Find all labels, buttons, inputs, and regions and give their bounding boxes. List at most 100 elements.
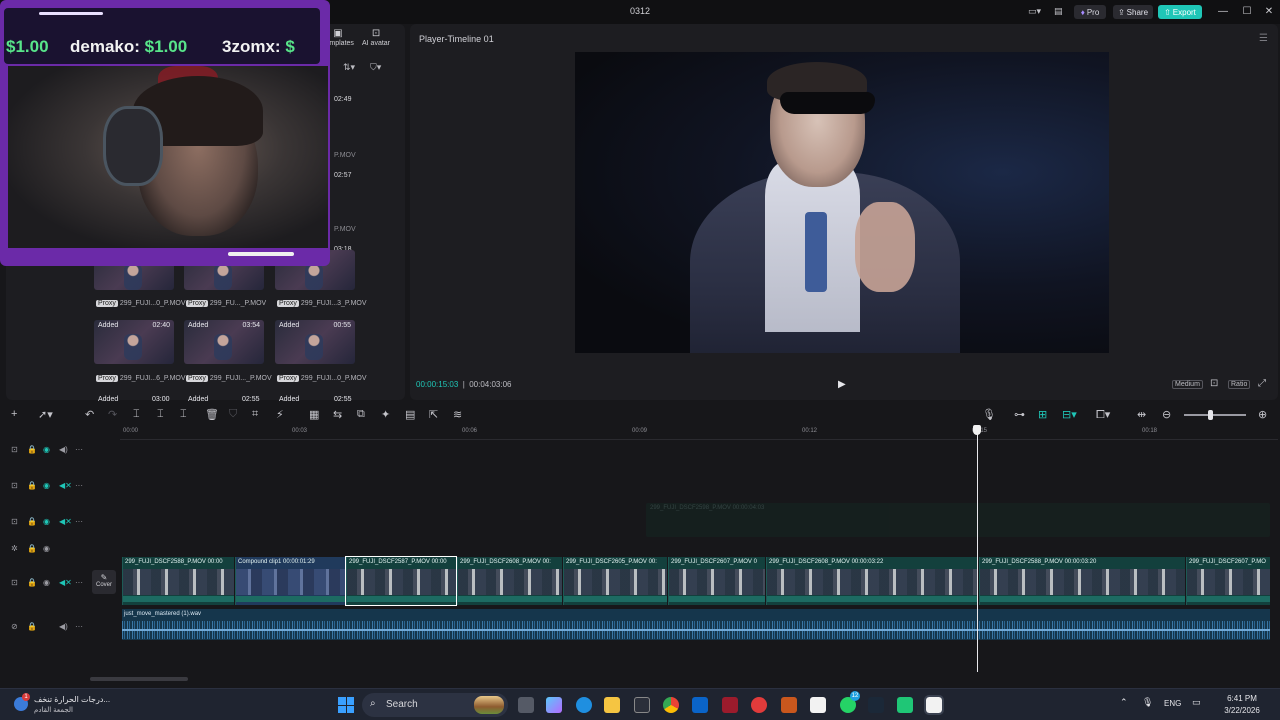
- layout-icon[interactable]: ▭▾: [1028, 6, 1041, 17]
- track-toggle-icon[interactable]: ⊡: [11, 445, 18, 454]
- video-clip-selected[interactable]: 299_FUJI_DSCF2587_P.MOV 00:00: [345, 556, 457, 606]
- media-thumbnail[interactable]: Added 02:40: [94, 320, 174, 364]
- timeline-scrollbar[interactable]: [90, 677, 188, 681]
- snap-icon[interactable]: ⊟▾: [1062, 408, 1077, 421]
- fit-timeline-icon[interactable]: ⇹: [1137, 408, 1146, 421]
- play-icon[interactable]: ▶: [838, 379, 846, 390]
- shortcut-icon[interactable]: ▤: [1054, 6, 1063, 17]
- timeline-ruler[interactable]: 00:00 00:03 00:06 00:09 00:12 00:15 00:1…: [120, 426, 1278, 440]
- ai-avatar-tab[interactable]: ⊡ AI avatar: [362, 28, 390, 47]
- mute-icon[interactable]: ◀✕: [59, 481, 72, 490]
- lock-icon[interactable]: 🔒: [27, 445, 37, 454]
- playhead-handle[interactable]: [973, 425, 981, 435]
- video-clip[interactable]: 299_FUJI_DSCF2605_P.MOV 00:: [563, 557, 667, 605]
- app-icon[interactable]: [897, 697, 913, 713]
- network-icon[interactable]: ▭: [1192, 697, 1201, 708]
- eye-icon[interactable]: ◉: [43, 544, 50, 553]
- preview-axis-icon[interactable]: ⧠▾: [1096, 408, 1110, 422]
- eye-icon[interactable]: ◉: [43, 481, 50, 490]
- magic-icon[interactable]: ✦: [381, 408, 390, 421]
- lock-icon[interactable]: 🔒: [27, 578, 37, 587]
- more-icon[interactable]: ···: [75, 445, 83, 454]
- eye-icon[interactable]: ◉: [43, 445, 50, 454]
- mute-icon[interactable]: ◀✕: [59, 578, 72, 587]
- maximize-icon[interactable]: ☐: [1240, 5, 1254, 19]
- add-icon[interactable]: +: [11, 408, 17, 420]
- chrome-icon[interactable]: [663, 697, 679, 713]
- fit-icon[interactable]: ⊡: [1210, 378, 1218, 389]
- delete-icon[interactable]: 🗑: [205, 408, 219, 421]
- microphone-icon[interactable]: 🎙: [982, 408, 996, 421]
- zoom-in-icon[interactable]: ⊕: [1258, 408, 1267, 421]
- link-icon[interactable]: ⊶: [1014, 408, 1025, 421]
- playhead[interactable]: [977, 426, 978, 672]
- shield-icon[interactable]: ⛉: [229, 408, 237, 421]
- quality-button[interactable]: Medium: [1172, 380, 1203, 389]
- mirror-icon[interactable]: ⧉: [357, 408, 365, 421]
- media-thumbnail[interactable]: Added 00:55: [275, 320, 355, 364]
- effects-icon[interactable]: ✲: [11, 544, 18, 553]
- video-clip[interactable]: 299_FUJI_DSCF2608_P.MOV 00:: [457, 557, 562, 605]
- app-icon[interactable]: [722, 697, 738, 713]
- more-icon[interactable]: ···: [75, 517, 83, 526]
- task-view-icon[interactable]: [518, 697, 534, 713]
- select-tool-icon[interactable]: ➚▾: [38, 408, 53, 421]
- sort-icon[interactable]: ⇅▾: [343, 62, 355, 73]
- video-clip[interactable]: 299_FUJI_DSCF2588_P.MOV 00:00:03:20: [979, 557, 1185, 605]
- lock-icon[interactable]: 🔒: [27, 517, 37, 526]
- taskbar-search[interactable]: ⌕ Search: [362, 693, 508, 717]
- video-clip[interactable]: 299_FUJI_DSCF2607_P.MOV 0: [668, 557, 765, 605]
- clock[interactable]: 6:41 PM 3/22/2026: [1212, 693, 1272, 717]
- pro-button[interactable]: ♦ Pro: [1074, 5, 1106, 19]
- crop-icon[interactable]: ⌗: [252, 408, 258, 421]
- video-clip[interactable]: 299_FUJI_DSCF2607_P.MO: [1186, 557, 1270, 605]
- volume-icon[interactable]: ◀): [59, 445, 68, 454]
- store-icon[interactable]: [634, 697, 650, 713]
- more-icon[interactable]: ···: [75, 578, 83, 587]
- more-icon[interactable]: ···: [75, 622, 83, 631]
- outlook-icon[interactable]: [692, 697, 708, 713]
- copilot-icon[interactable]: [546, 697, 562, 713]
- split-right-icon[interactable]: ⌶: [180, 408, 187, 421]
- video-clip[interactable]: 299_FUJI_DSCF2588_P.MOV 00:00: [122, 557, 234, 605]
- split-left-icon[interactable]: ⌶: [157, 408, 164, 421]
- export-frame-icon[interactable]: ⇱: [429, 408, 438, 421]
- weather-widget[interactable]: 1 درجات الحرارة تنخف... الجمعة القادم: [14, 693, 124, 717]
- start-button[interactable]: [338, 697, 354, 713]
- minimize-icon[interactable]: —: [1216, 5, 1230, 19]
- lock-icon[interactable]: 🔒: [27, 544, 37, 553]
- youtube-music-icon[interactable]: [751, 697, 767, 713]
- edge-icon[interactable]: [576, 697, 592, 713]
- tray-chevron-icon[interactable]: ⌃: [1120, 697, 1128, 708]
- audio-clip[interactable]: just_move_mastered (1).wav: [122, 609, 1270, 640]
- undo-icon[interactable]: ↶: [85, 408, 94, 421]
- fullscreen-icon[interactable]: ⤢: [1258, 378, 1266, 389]
- subtitle-icon[interactable]: ▤: [405, 408, 415, 421]
- video-clip[interactable]: 299_FUJI_DSCF2608_P.MOV 00:00:03:22: [766, 557, 978, 605]
- menu-icon[interactable]: ☰: [1259, 33, 1268, 44]
- reverse-icon[interactable]: ⇆: [333, 408, 342, 421]
- more-icon[interactable]: ···: [75, 481, 83, 490]
- file-explorer-icon[interactable]: [604, 697, 620, 713]
- eye-icon[interactable]: ◉: [43, 578, 50, 587]
- close-icon[interactable]: ✕: [1262, 5, 1276, 19]
- lock-icon[interactable]: 🔒: [27, 622, 37, 631]
- zoom-slider-handle[interactable]: [1208, 410, 1213, 420]
- volume-icon[interactable]: ◀): [59, 622, 68, 631]
- track-toggle-icon[interactable]: ⊡: [11, 578, 18, 587]
- capcut-icon[interactable]: [810, 697, 826, 713]
- filter-icon[interactable]: ⛉▾: [370, 62, 381, 73]
- speed-icon[interactable]: ⚡: [276, 408, 284, 421]
- audio-wave-icon[interactable]: ≋: [453, 408, 462, 421]
- magnet-icon[interactable]: ⊞: [1038, 408, 1047, 421]
- ratio-button[interactable]: Ratio: [1228, 380, 1251, 389]
- mute-icon[interactable]: ◀✕: [59, 517, 72, 526]
- redo-icon[interactable]: ↷: [108, 408, 117, 421]
- video-clip-compound[interactable]: Compound clip1 00:00:01:29: [235, 557, 345, 605]
- steam-icon[interactable]: [868, 697, 884, 713]
- microphone-icon[interactable]: 🎙: [1142, 697, 1153, 708]
- export-button[interactable]: ⇧ Export: [1158, 5, 1202, 19]
- track-toggle-icon[interactable]: ⊡: [11, 481, 18, 490]
- freeze-icon[interactable]: ▦: [309, 408, 319, 421]
- lock-icon[interactable]: 🔒: [27, 481, 37, 490]
